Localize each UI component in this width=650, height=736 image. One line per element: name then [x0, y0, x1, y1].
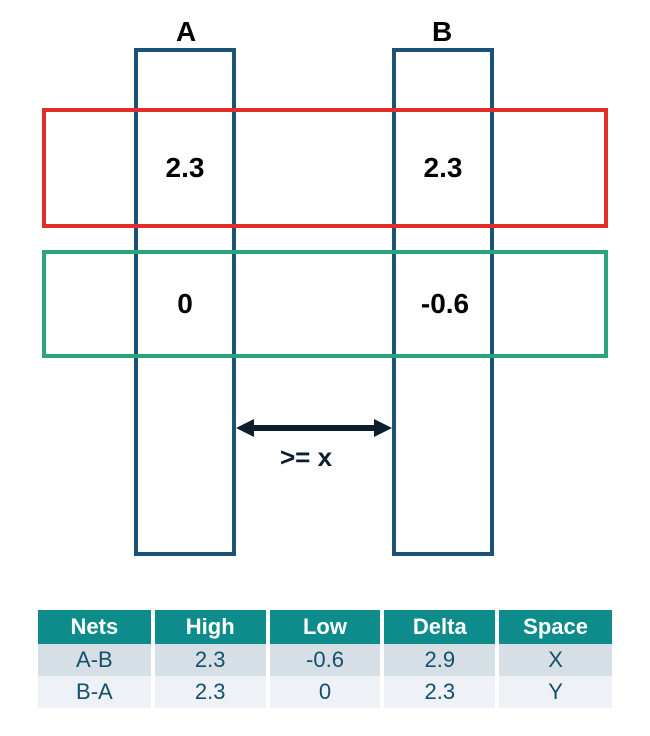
cell-nets: B-A	[38, 676, 153, 708]
table-row: B-A 2.3 0 2.3 Y	[38, 676, 612, 708]
cell-high: 2.3	[153, 644, 268, 676]
green-row-rect	[42, 250, 608, 358]
column-b-label: B	[432, 16, 452, 48]
cell-delta: 2.3	[382, 676, 497, 708]
cell-high: 2.3	[153, 676, 268, 708]
green-a-value: 0	[150, 288, 220, 320]
cell-low: -0.6	[268, 644, 383, 676]
th-space: Space	[497, 610, 612, 644]
cell-delta: 2.9	[382, 644, 497, 676]
spacing-arrow-icon	[236, 416, 392, 440]
green-b-value: -0.6	[400, 288, 490, 320]
th-nets: Nets	[38, 610, 153, 644]
cell-low: 0	[268, 676, 383, 708]
column-a-label: A	[176, 16, 196, 48]
cell-space: Y	[497, 676, 612, 708]
cell-nets: A-B	[38, 644, 153, 676]
th-delta: Delta	[382, 610, 497, 644]
th-low: Low	[268, 610, 383, 644]
cell-space: X	[497, 644, 612, 676]
spacing-label: >= x	[280, 442, 332, 473]
red-a-value: 2.3	[150, 152, 220, 184]
table-row: A-B 2.3 -0.6 2.9 X	[38, 644, 612, 676]
table-header-row: Nets High Low Delta Space	[38, 610, 612, 644]
nets-table: Nets High Low Delta Space A-B 2.3 -0.6 2…	[38, 610, 612, 708]
diagram-canvas: A B 2.3 2.3 0 -0.6 >= x Nets High Low De…	[0, 0, 650, 736]
th-high: High	[153, 610, 268, 644]
red-b-value: 2.3	[408, 152, 478, 184]
red-row-rect	[42, 108, 608, 228]
